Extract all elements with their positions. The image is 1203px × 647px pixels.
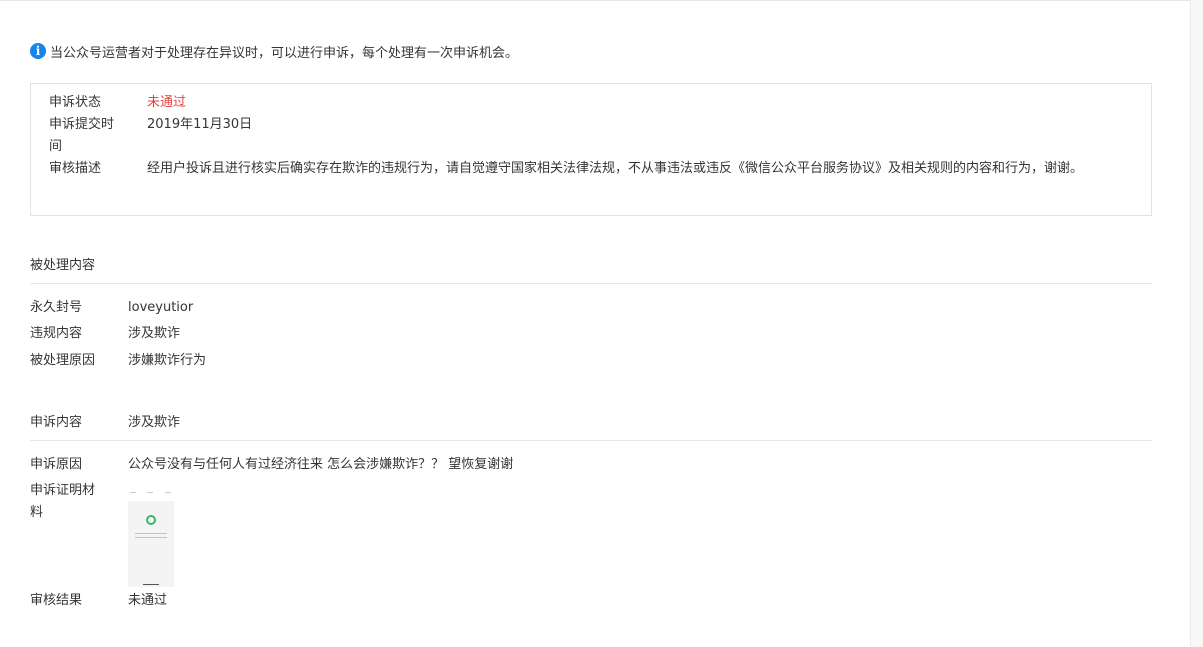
- appeal-reason-value: 公众号没有与任何人有过经济往来 怎么会涉嫌欺诈？？ 望恢复谢谢: [128, 457, 514, 472]
- scrollbar-track[interactable]: [1190, 0, 1203, 647]
- appeal-notice: i 当公众号运营者对于处理存在异议时，可以进行申诉，每个处理有一次申诉机会。: [30, 41, 518, 61]
- review-result-label: 审核结果: [30, 593, 83, 608]
- appeal-section-header: 申诉内容 涉及欺诈: [30, 410, 180, 436]
- review-result-row: 审核结果 未通过: [30, 588, 167, 614]
- review-desc-label: 审核描述: [49, 161, 102, 176]
- handled-row-value: 涉嫌欺诈行为: [128, 353, 207, 368]
- handled-row-label: 违规内容: [30, 326, 83, 341]
- review-result-value: 未通过: [128, 593, 168, 608]
- handled-row-value: loveyutior: [128, 300, 194, 315]
- handled-row: 被处理原因 涉嫌欺诈行为: [30, 348, 206, 374]
- evidence-thumbnail[interactable]: [128, 489, 174, 587]
- notice-text: 当公众号运营者对于处理存在异议时，可以进行申诉，每个处理有一次申诉机会。: [50, 45, 519, 61]
- handled-row: 永久封号 loveyutior: [30, 295, 193, 321]
- status-label: 申诉状态: [49, 95, 102, 110]
- appeal-section-title: 申诉内容: [30, 415, 83, 430]
- thumbnail-dot: [165, 492, 171, 493]
- appeal-reason-label: 申诉原因: [30, 457, 83, 472]
- submit-time-value: 2019年11月30日: [147, 117, 253, 132]
- appeal-section-value: 涉及欺诈: [128, 415, 181, 430]
- handled-section-title: 被处理内容: [30, 258, 96, 273]
- thumbnail-text-line: [135, 533, 167, 534]
- handled-row: 违规内容 涉及欺诈: [30, 321, 180, 347]
- handled-row-label: 永久封号: [30, 300, 83, 315]
- handled-row-value: 涉及欺诈: [128, 326, 181, 341]
- review-desc-value: 经用户投诉且进行核实后确实存在欺诈的违规行为，请自觉遵守国家相关法律法规，不从事…: [147, 161, 1084, 176]
- appeal-detail-page: i 当公众号运营者对于处理存在异议时，可以进行申诉，每个处理有一次申诉机会。 申…: [0, 0, 1203, 647]
- thumbnail-dot: [130, 492, 136, 493]
- thumbnail-text-line: [135, 537, 167, 538]
- evidence-label: 申诉证明材料: [30, 483, 96, 520]
- thumbnail-dot: [147, 492, 153, 493]
- info-icon: i: [30, 43, 46, 59]
- thumbnail-home-indicator: [143, 584, 159, 585]
- submit-time-label: 申诉提交时间: [49, 117, 115, 154]
- handled-row-label: 被处理原因: [30, 353, 96, 368]
- top-border: [0, 0, 1190, 1]
- wechat-logo-icon: [146, 515, 156, 525]
- appeal-divider: [30, 440, 1152, 441]
- status-value: 未通过: [147, 95, 187, 110]
- appeal-status-box: [30, 83, 1152, 216]
- appeal-reason-row: 申诉原因 公众号没有与任何人有过经济往来 怎么会涉嫌欺诈？？ 望恢复谢谢: [30, 452, 513, 478]
- handled-divider: [30, 283, 1152, 284]
- thumbnail-status-bar: [128, 489, 174, 501]
